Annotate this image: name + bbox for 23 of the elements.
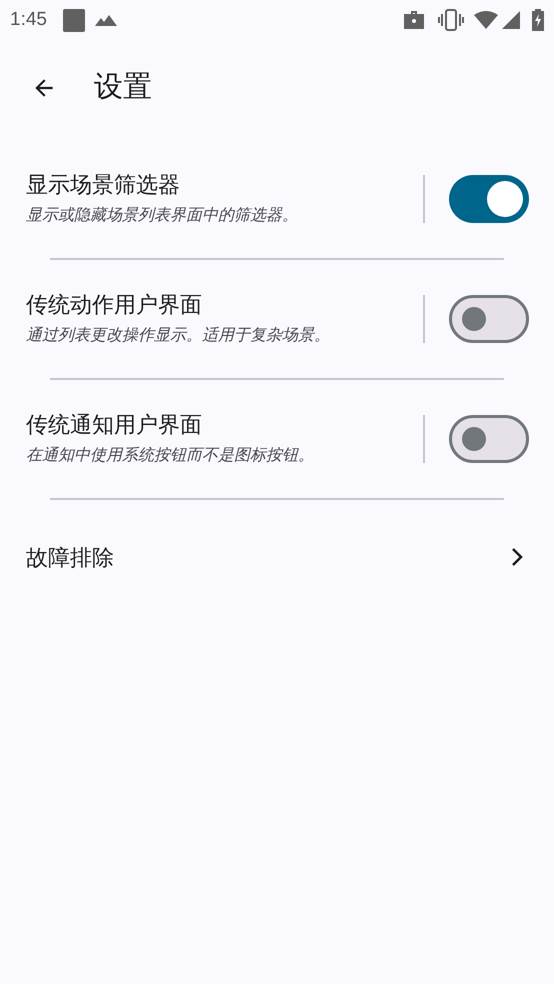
setting-description: 显示或隐藏场景列表界面中的筛选器。 [26, 206, 299, 226]
vibrate-icon [438, 9, 464, 31]
settings-link[interactable]: 故障排除 [0, 500, 554, 614]
signal-icon [502, 11, 520, 29]
briefcase-icon [404, 11, 424, 29]
setting-title: 传统通知用户界面 [26, 411, 203, 439]
status-time: 1:45 [10, 8, 47, 32]
toggle-thumb [462, 307, 486, 331]
toggle-thumb [487, 181, 523, 217]
toggle-switch[interactable] [449, 415, 529, 463]
page-title: 设置 [94, 70, 152, 106]
battery-icon [532, 9, 544, 31]
setting-title: 传统动作用户界面 [26, 291, 203, 319]
toggle-thumb [462, 427, 486, 451]
setting-description: 在通知中使用系统按钮而不是图标按钮。 [26, 446, 315, 466]
wifi-icon [474, 11, 498, 29]
toggle-switch[interactable] [449, 175, 529, 223]
app-icon [62, 8, 85, 32]
setting-title: 显示场景筛选器 [26, 171, 181, 199]
mountain-icon [94, 14, 117, 26]
chevron-right-icon [510, 547, 524, 567]
toggle-switch[interactable] [449, 295, 529, 343]
setting-description: 通过列表更改操作显示。适用于复杂场景。 [26, 326, 331, 346]
